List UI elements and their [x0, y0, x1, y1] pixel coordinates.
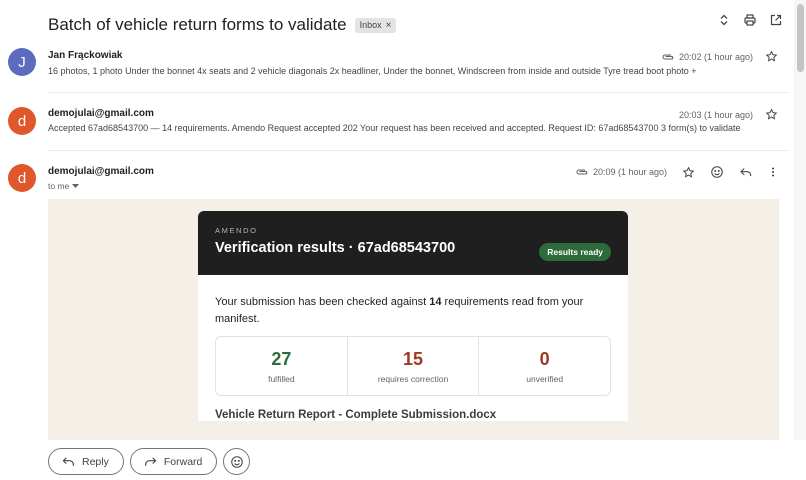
stat-label: fulfilled: [268, 373, 295, 384]
message-meta: 20:09 (1 hour ago): [576, 165, 778, 179]
verification-card: AMENDO Verification results · 67ad685437…: [198, 211, 628, 421]
reply-button[interactable]: Reply: [48, 448, 124, 475]
avatar-initial: J: [18, 53, 26, 71]
message-meta: 20:02 (1 hour ago): [662, 50, 778, 63]
time-info: 20:02 (1 hour ago): [662, 52, 753, 62]
message-time: 20:02 (1 hour ago): [678, 51, 753, 62]
avatar: d: [8, 107, 36, 135]
avatar: d: [8, 164, 36, 192]
message-snippet: Accepted 67ad68543700 — 14 requirements.…: [48, 123, 741, 133]
stat-unverified: 0 unverified: [479, 337, 610, 395]
attachment-icon: [662, 53, 674, 60]
intro-lead: Your submission has been checked against: [215, 296, 430, 308]
remove-label-icon[interactable]: ×: [386, 20, 392, 31]
reply-icon[interactable]: [739, 165, 753, 179]
email-body: AMENDO Verification results · 67ad685437…: [48, 199, 779, 440]
stat-fulfilled: 27 fulfilled: [216, 337, 348, 395]
message-expanded-header: d demojulai@gmail.com to me 20:09 (1 hou…: [0, 164, 794, 196]
avatar-initial: d: [17, 169, 27, 187]
recipient-details[interactable]: to me: [48, 181, 80, 191]
avatar-initial: d: [17, 112, 27, 130]
emoji-icon: [231, 455, 243, 468]
attachment-icon: [576, 169, 588, 175]
sender-name: demojulai@gmail.com: [48, 108, 154, 119]
chevron-down-icon[interactable]: [72, 183, 80, 189]
print-icon[interactable]: [744, 14, 756, 26]
emoji-reaction-button[interactable]: [223, 448, 251, 475]
recipient-text: to me: [48, 181, 70, 191]
stat-value: 15: [402, 348, 424, 369]
star-icon[interactable]: [765, 50, 778, 63]
more-vert-icon[interactable]: [768, 165, 778, 179]
message-time: 20:03 (1 hour ago): [678, 109, 753, 120]
brand-name: AMENDO: [215, 226, 258, 235]
star-icon[interactable]: [765, 108, 778, 121]
stat-label: unverified: [526, 373, 564, 384]
message-time: 20:09 (1 hour ago): [592, 167, 667, 177]
forward-label: Forward: [163, 455, 203, 468]
reply-icon: [62, 457, 74, 466]
message-meta: 20:03 (1 hour ago): [679, 108, 778, 121]
message-collapsed[interactable]: d demojulai@gmail.com Accepted 67ad68543…: [0, 107, 794, 147]
sender-name: Jan Frąckowiak: [48, 50, 123, 61]
expand-collapse-icon[interactable]: [718, 14, 730, 26]
status-badge: Results ready: [539, 243, 611, 261]
avatar: J: [8, 48, 36, 76]
stat-value: 0: [539, 348, 550, 369]
card-header: AMENDO Verification results · 67ad685437…: [198, 211, 628, 275]
requirements-count: 14: [429, 296, 442, 308]
sender-name: demojulai@gmail.com: [48, 166, 154, 177]
scrollbar-thumb[interactable]: [797, 4, 804, 72]
emoji-icon[interactable]: [710, 165, 724, 179]
time-info: 20:09 (1 hour ago): [576, 167, 667, 177]
message-divider: [48, 150, 790, 151]
email-thread-view: Batch of vehicle return forms to validat…: [0, 0, 806, 480]
intro-text: Your submission has been checked against…: [215, 294, 611, 328]
report-title: Vehicle Return Report - Complete Submiss…: [215, 409, 497, 421]
forward-button[interactable]: Forward: [129, 448, 218, 475]
stat-label: requires correction: [377, 373, 449, 384]
forward-icon: [144, 457, 157, 466]
inbox-label-chip[interactable]: Inbox ×: [354, 17, 397, 33]
card-body: Your submission has been checked against…: [198, 275, 628, 421]
stat-requires-correction: 15 requires correction: [348, 337, 480, 395]
message-collapsed[interactable]: J Jan Frąckowiak 16 photos, 1 photo Unde…: [0, 48, 794, 88]
thread-subject: Batch of vehicle return forms to validat…: [48, 15, 347, 34]
message-snippet: 16 photos, 1 photo Under the bonnet 4x s…: [48, 66, 697, 76]
reply-label: Reply: [82, 455, 109, 468]
reply-actions: Reply Forward: [48, 448, 251, 475]
stats-panel: 27 fulfilled 15 requires correction 0 un…: [215, 336, 611, 396]
scrollbar[interactable]: [794, 0, 806, 440]
message-divider: [48, 92, 790, 93]
header-actions: [718, 14, 782, 26]
stat-value: 27: [271, 348, 292, 369]
subject-row: Batch of vehicle return forms to validat…: [48, 12, 782, 38]
inbox-label-text: Inbox: [359, 20, 382, 30]
open-in-new-window-icon[interactable]: [770, 14, 782, 26]
star-icon[interactable]: [682, 166, 695, 179]
